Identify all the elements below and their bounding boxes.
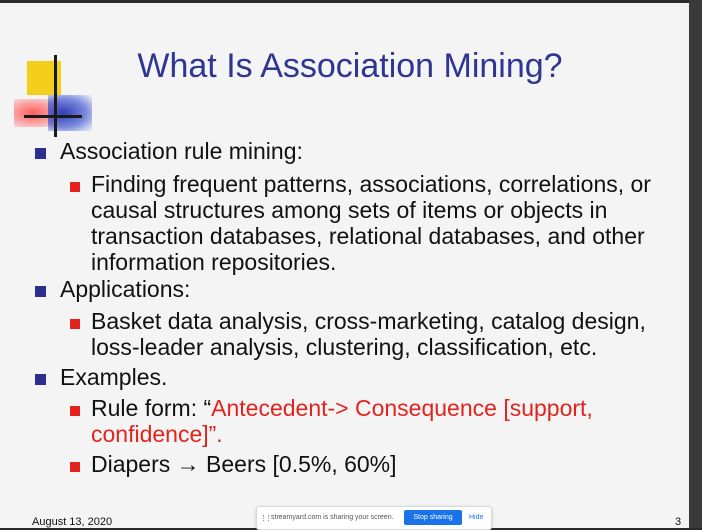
bullet-applications: Applications: (60, 276, 191, 302)
rule-form-highlight-cont: confidence]”. (91, 421, 223, 447)
share-message: streamyard.com is sharing your screen. (271, 514, 394, 521)
bullet-square-icon (35, 148, 46, 159)
window-edge (689, 0, 702, 528)
sub-bullet-finding-patterns: Finding frequent patterns, associations,… (91, 171, 651, 275)
sub-bullet-square-icon (70, 319, 80, 329)
sub-bullet-diapers-example: Diapers → Beers [0.5%, 60%] (91, 451, 397, 477)
slide-logo-icon (14, 55, 94, 145)
bullet-association-rule-mining: Association rule mining: (60, 138, 303, 164)
sub-bullet-applications-list: Basket data analysis, cross-marketing, c… (91, 308, 646, 360)
bullet-examples: Examples. (60, 364, 168, 390)
drag-handle-icon[interactable] (263, 515, 269, 521)
bullet-square-icon (35, 286, 46, 297)
bullet-square-icon (35, 374, 46, 385)
sub-bullet-rule-form: Rule form: “Antecedent-> Consequence [su… (91, 395, 651, 447)
rule-form-label: Rule form: “ (91, 395, 212, 421)
rule-form-highlight: Antecedent-> Consequence [support, (211, 395, 593, 421)
sub-bullet-square-icon (70, 406, 80, 416)
slide-date: August 13, 2020 (32, 516, 113, 528)
hide-share-bar-button[interactable]: Hide (469, 514, 483, 521)
slide-title: What Is Association Mining? (137, 47, 563, 85)
slide-page-number: 3 (675, 516, 682, 528)
screen-share-bar: streamyard.com is sharing your screen. S… (256, 506, 492, 530)
sub-bullet-square-icon (70, 182, 80, 192)
sub-bullet-square-icon (70, 462, 80, 472)
stop-sharing-button[interactable]: Stop sharing (404, 510, 462, 525)
presentation-slide: What Is Association Mining? Association … (0, 3, 689, 528)
